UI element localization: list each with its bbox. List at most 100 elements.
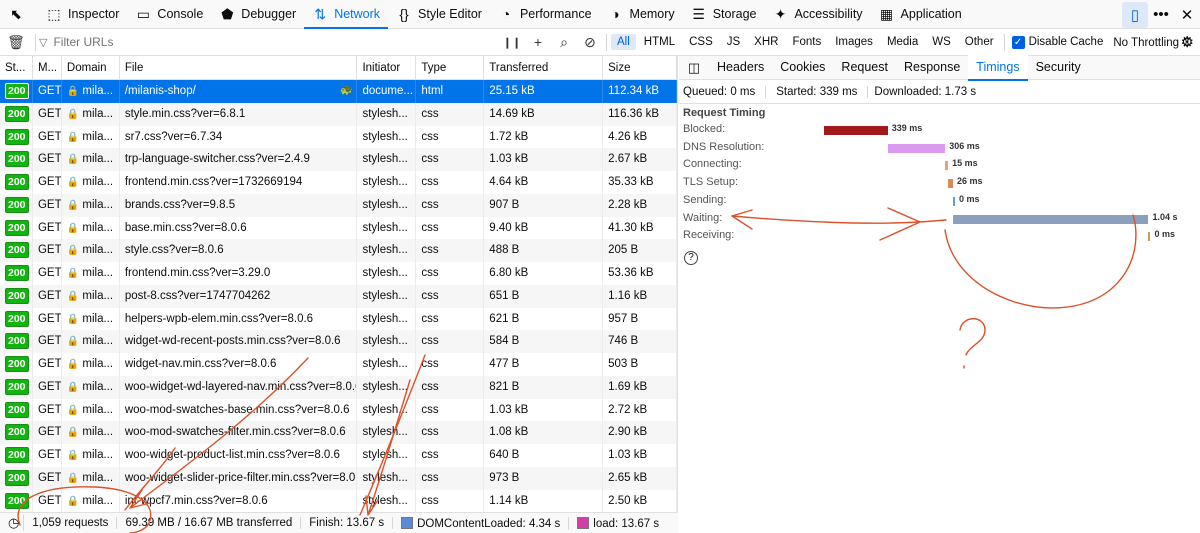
file-text: widget-nav.min.css?ver=8.0.6 <box>124 358 277 370</box>
filter-type-images[interactable]: Images <box>829 34 879 50</box>
domain-cell: 🔒 mila... <box>62 148 120 171</box>
table-row[interactable]: 200 GET 🔒 mila... trp-language-switcher.css?… <box>0 148 677 171</box>
status-badge: 200 <box>5 151 29 168</box>
element-picker-button[interactable]: ⬉ <box>0 0 38 29</box>
console-icon: ▭ <box>136 5 151 22</box>
domain-text: mila... <box>82 403 114 416</box>
status-cell: 200 <box>0 216 33 240</box>
pick-element-icon: ⬉ <box>10 5 22 22</box>
filter-type-fonts[interactable]: Fonts <box>786 34 827 50</box>
column-header-8[interactable]: Size <box>603 56 677 79</box>
domain-cell: 🔒 mila... <box>62 171 120 194</box>
table-row[interactable]: 200 GET 🔒 mila... widget-wd-recent-posts.min… <box>0 330 677 353</box>
request-list-header: St... M... Domain File Initiator Type Transfer… <box>0 56 677 80</box>
clear-requests-button[interactable]: 🗑 <box>0 34 32 51</box>
column-header-5[interactable]: Initiator <box>357 56 417 79</box>
lock-icon: 🔒 <box>66 450 80 461</box>
column-header-3[interactable]: Domain <box>62 56 120 79</box>
block-button[interactable]: ⊘ <box>577 34 603 51</box>
table-row[interactable]: 200 GET 🔒 mila... style.min.css?ver=6.8.1 sty… <box>0 102 677 126</box>
tab-storage[interactable]: ☰ Storage <box>683 0 765 29</box>
table-row[interactable]: 200 GET 🔒 mila... woo-mod-swatches-base.min.… <box>0 398 677 422</box>
table-row[interactable]: 200 GET 🔒 mila... base.min.css?ver=8.0.6 styl… <box>0 216 677 240</box>
details-tab-security[interactable]: Security <box>1028 55 1089 81</box>
domain-cell: 🔒 mila... <box>62 80 120 103</box>
filter-type-css[interactable]: CSS <box>683 34 719 50</box>
toggle-sidebar-button[interactable]: ◫ <box>679 60 709 76</box>
filter-type-all[interactable]: All <box>611 34 636 50</box>
table-row[interactable]: 200 GET 🔒 mila... woo-widget-product-list.mi… <box>0 444 677 467</box>
type-cell: css <box>416 193 485 217</box>
domain-text: mila... <box>82 198 114 211</box>
details-tab-cookies[interactable]: Cookies <box>772 55 833 81</box>
divider <box>35 33 36 51</box>
method-cell: GET <box>33 239 62 262</box>
status-badge: 200 <box>5 242 29 259</box>
dock-toggle-button[interactable]: ▯ <box>1122 1 1148 28</box>
stopwatch-button[interactable]: ◷ <box>0 515 25 531</box>
details-tab-response[interactable]: Response <box>896 55 968 81</box>
initiator-cell: stylesh... <box>357 171 417 194</box>
table-row[interactable]: 200 GET 🔒 mila... woo-mod-swatches-filter.mi… <box>0 421 677 444</box>
table-row[interactable]: 200 GET 🔒 mila.../milanis-shop/🐢 docume... ht… <box>0 80 677 103</box>
filter-type-other[interactable]: Other <box>959 34 1000 50</box>
domain-text: mila... <box>82 107 114 120</box>
help-icon[interactable]: ? <box>684 251 698 265</box>
timing-label: Sending: <box>683 193 727 206</box>
close-devtools-button[interactable]: ✕ <box>1174 2 1200 28</box>
grid-icon: ▦ <box>879 5 894 22</box>
filter-type-xhr[interactable]: XHR <box>748 34 784 50</box>
table-row[interactable]: 200 GET 🔒 mila... frontend.min.css?ver=3.29.… <box>0 262 677 285</box>
load-text: load: 13.67 s <box>593 517 660 530</box>
tab-accessibility[interactable]: ✦ Accessibility <box>764 0 870 29</box>
column-header-1[interactable]: St... <box>0 56 33 79</box>
add-request-button[interactable]: + <box>525 34 551 50</box>
toolbar-right: ▯ ••• ✕ <box>1122 0 1200 29</box>
disable-cache-checkbox[interactable]: ✓ Disable Cache <box>1011 35 1103 49</box>
status-cell: 200 <box>0 262 33 285</box>
table-row[interactable]: 200 GET 🔒 mila... sr7.css?ver=6.7.34 stylesh.… <box>0 125 677 149</box>
tab-inspector[interactable]: ⬚ Inspector <box>38 0 127 29</box>
column-header-2[interactable]: M... <box>33 56 62 79</box>
details-tab-timings[interactable]: Timings <box>968 54 1028 81</box>
table-row[interactable]: 200 GET 🔒 mila... brands.css?ver=9.8.5 styles… <box>0 193 677 217</box>
table-row[interactable]: 200 GET 🔒 mila... widget-nav.min.css?ver=8.0… <box>0 353 677 376</box>
filter-urls-input[interactable]: ▽ Filter URLs <box>39 35 499 49</box>
more-menu-button[interactable]: ••• <box>1148 2 1174 28</box>
table-row[interactable]: 200 GET 🔒 mila... style.css?ver=8.0.6 stylesh… <box>0 239 677 262</box>
column-header-7[interactable]: Transferred <box>484 56 604 79</box>
table-row[interactable]: 200 GET 🔒 mila... woo-widget-wd-layered-nav.… <box>0 375 677 399</box>
status-cell: 200 <box>0 239 33 262</box>
tab-style-editor[interactable]: {} Style Editor <box>388 0 490 29</box>
pause-button[interactable]: ❙❙ <box>499 36 525 49</box>
tab-memory[interactable]: ◑ Memory <box>600 0 683 29</box>
domain-cell: 🔒 mila... <box>62 398 120 422</box>
tab-application[interactable]: ▦ Application <box>871 0 970 29</box>
domain-text: mila... <box>82 380 114 393</box>
column-header-6[interactable]: Type <box>416 56 485 79</box>
search-button[interactable]: ⌕ <box>551 34 577 51</box>
table-row[interactable]: 200 GET 🔒 mila... int-wpcf7.min.css?ver=8.0.… <box>0 489 677 512</box>
table-row[interactable]: 200 GET 🔒 mila... post-8.css?ver=1747704262 s… <box>0 284 677 308</box>
column-header-4[interactable]: File <box>120 56 358 79</box>
tab-performance[interactable]: ◔ Performance <box>490 0 600 29</box>
status-cell: 200 <box>0 125 33 149</box>
tab-console[interactable]: ▭ Console <box>127 0 211 29</box>
table-row[interactable]: 200 GET 🔒 mila... helpers-wpb-elem.min.css?v… <box>0 307 677 331</box>
domain-text: mila... <box>82 471 114 484</box>
filter-type-html[interactable]: HTML <box>638 34 681 50</box>
filter-type-ws[interactable]: WS <box>926 34 957 50</box>
filter-type-js[interactable]: JS <box>721 34 746 50</box>
domain-cell: 🔒 mila... <box>62 239 120 262</box>
filter-type-media[interactable]: Media <box>881 34 924 50</box>
details-tab-request[interactable]: Request <box>833 55 896 81</box>
details-tab-headers[interactable]: Headers <box>709 55 772 81</box>
network-settings-button[interactable]: ⚙ <box>1181 33 1194 51</box>
table-row[interactable]: 200 GET 🔒 mila... woo-widget-slider-price-fi… <box>0 466 677 490</box>
tab-debugger[interactable]: ⬟ Debugger <box>211 0 304 29</box>
table-row[interactable]: 200 GET 🔒 mila... frontend.min.css?ver=17326… <box>0 171 677 194</box>
tab-network[interactable]: ⇅ Network <box>304 0 389 29</box>
method-cell: GET <box>33 353 62 376</box>
tab-label: Network <box>334 7 381 21</box>
lock-icon: 🔒 <box>66 313 80 325</box>
